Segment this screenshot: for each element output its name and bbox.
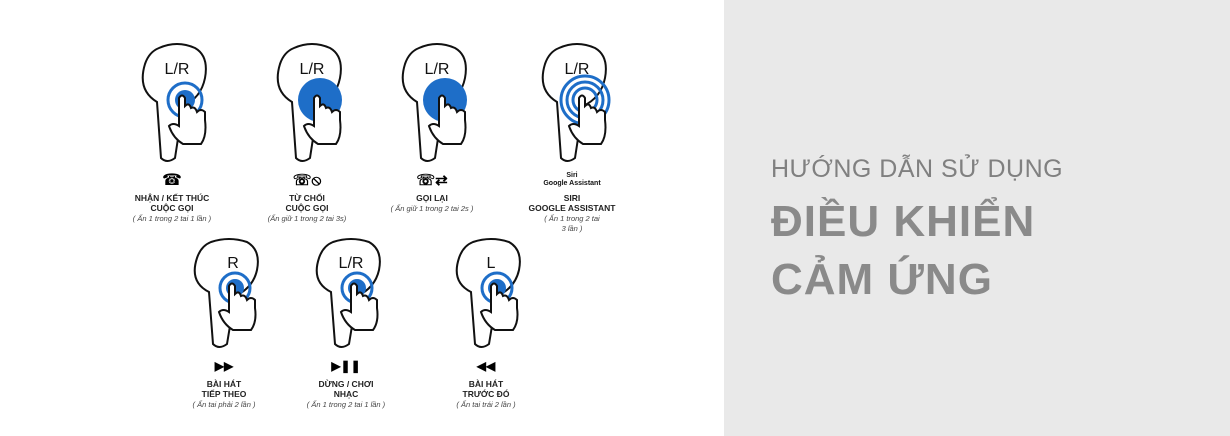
panel-title-line1: ĐIỀU KHIỂN: [771, 197, 1036, 246]
svg-text:L/R: L/R: [339, 255, 364, 272]
panel-title-line2: CẢM ỨNG: [771, 255, 993, 304]
title-panel: HƯỚNG DẪN SỬ DỤNG ĐIỀU KHIỂN CẢM ỨNG: [724, 0, 1230, 436]
svg-text:L: L: [487, 255, 496, 272]
gesture-note: ( Ấn 1 trong 2 tai 1 lần ): [306, 400, 386, 409]
svg-text:L/R: L/R: [165, 61, 190, 78]
gesture-label: DỪNG / CHƠI: [318, 379, 374, 389]
gesture-note: ( Ấn giữ 1 trong 2 tai 2s ): [390, 204, 474, 213]
call-reject-icon: ☏⦸: [292, 172, 322, 189]
gesture-note: ( Ấn 1 trong 2 tai: [544, 214, 600, 223]
previous-track-icon: ◀◀: [476, 359, 496, 373]
next-track-icon: ▶▶: [214, 359, 234, 373]
gesture-label: GOOGLE ASSISTANT: [528, 203, 616, 213]
earbud-touch-icon: L/R: [315, 238, 381, 348]
panel-subtitle: HƯỚNG DẪN SỬ DỤNG: [771, 155, 1064, 183]
gesture-answer-end-call: L/R ☎ NHẬN / KẾT THÚC CUỘC GỌI ( Ấn 1 tr…: [97, 40, 247, 223]
play-pause-icon: ▶❚❚: [331, 359, 361, 373]
instruction-diagram: L/R ☎ NHẬN / KẾT THÚC CUỘC GỌI ( Ấn 1 tr…: [0, 0, 724, 436]
gesture-note: 3 lần ): [561, 224, 583, 233]
call-back-icon: ☏⇄: [416, 172, 448, 189]
svg-text:R: R: [227, 255, 239, 272]
earbud-touch-icon: L/R: [401, 43, 467, 162]
gesture-voice-assistant: L/R Siri Google Assistant SIRI GOOGLE AS…: [497, 40, 647, 233]
svg-text:L/R: L/R: [300, 61, 325, 78]
gesture-note: (Ấn giữ 1 trong 2 tai 3s): [267, 214, 347, 223]
gesture-label: NHẬN / KẾT THÚC: [134, 193, 210, 203]
gesture-previous-track: L ◀◀ BÀI HÁT TRƯỚC ĐÓ ( Ấn tai trái 2 lầ…: [411, 236, 561, 409]
earbud-touch-icon: L/R: [541, 43, 611, 162]
gesture-note: ( Ấn 1 trong 2 tai 1 lần ): [132, 214, 212, 223]
gesture-label: CUỘC GỌI: [150, 203, 194, 213]
voice-assistant-icon: Siri Google Assistant: [543, 172, 601, 187]
svg-text:L/R: L/R: [425, 61, 450, 78]
gesture-label: SIRI: [563, 193, 581, 203]
phone-hangup-icon: ☎: [162, 172, 182, 189]
gesture-label: TRƯỚC ĐÓ: [462, 389, 510, 399]
gesture-label: GỌI LẠI: [416, 193, 448, 203]
earbud-touch-icon: R: [193, 238, 259, 348]
earbud-touch-icon: L/R: [141, 43, 207, 162]
gesture-label: BÀI HÁT: [468, 379, 504, 389]
gesture-label: NHẠC: [333, 389, 359, 399]
earbud-touch-icon: L: [455, 238, 521, 348]
gesture-play-pause: L/R ▶❚❚ DỪNG / CHƠI NHẠC ( Ấn 1 trong 2 …: [271, 236, 421, 409]
gesture-note: ( Ấn tai trái 2 lần ): [456, 400, 516, 409]
gesture-call-back: L/R ☏⇄ GỌI LẠI ( Ấn giữ 1 trong 2 tai 2s…: [357, 40, 507, 213]
earbud-touch-icon: L/R: [276, 43, 342, 162]
